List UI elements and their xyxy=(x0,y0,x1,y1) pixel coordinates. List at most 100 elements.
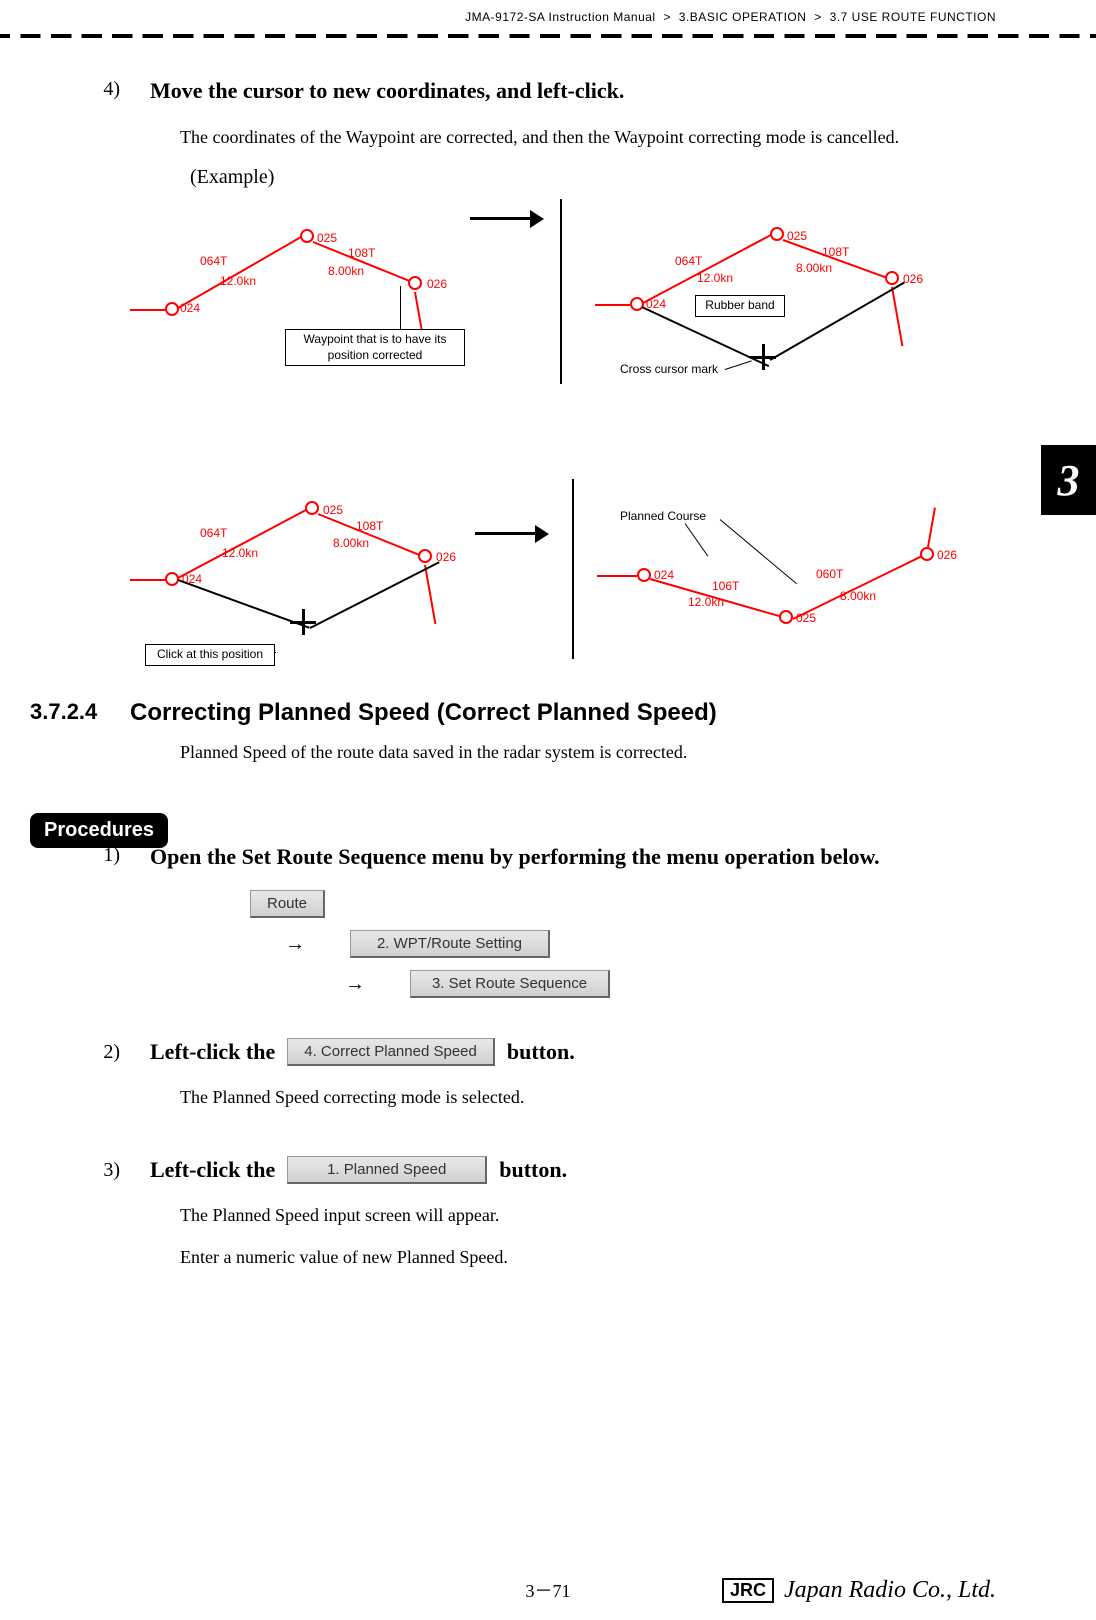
heading-label: 064T xyxy=(200,526,227,540)
route-segment xyxy=(424,565,436,624)
step-body: Enter a numeric value of new Planned Spe… xyxy=(180,1244,996,1271)
waypoint-026 xyxy=(885,271,899,285)
annotation-line xyxy=(685,523,709,556)
example-diagram-row1: 024 064T 12.0kn 025 108T 8.00kn 026 Wayp… xyxy=(130,199,996,469)
speed-label: 8.00kn xyxy=(796,261,832,275)
route-segment xyxy=(927,507,936,547)
waypoint-026 xyxy=(408,276,422,290)
annotation-line xyxy=(400,286,401,329)
route-segment xyxy=(643,234,772,304)
step-text-pre: Left-click the xyxy=(150,1039,275,1065)
heading-label: 064T xyxy=(200,254,227,268)
section-number: 3.7.2.4 xyxy=(30,699,130,727)
breadcrumb-sep: > xyxy=(663,10,671,24)
waypoint-026 xyxy=(418,549,432,563)
chapter-title: 3.BASIC OPERATION xyxy=(679,10,807,24)
jrc-logo: JRC xyxy=(722,1578,774,1603)
section-heading: Correcting Planned Speed (Correct Planne… xyxy=(130,699,996,727)
section-3724-header: 3.7.2.4 Correcting Planned Speed (Correc… xyxy=(30,699,996,727)
speed-label: 12.0kn xyxy=(697,271,733,285)
annotation-waypoint: Waypoint that is to have its position co… xyxy=(285,329,465,366)
step-title: Move the cursor to new coordinates, and … xyxy=(150,78,996,104)
waypoint-025 xyxy=(779,610,793,624)
step-number: 1) xyxy=(30,844,150,870)
flow-arrow-icon xyxy=(470,217,530,220)
step-text-post: button. xyxy=(499,1157,567,1183)
waypoint-026 xyxy=(920,547,934,561)
divider xyxy=(0,34,1096,38)
annotation-click-position: Click at this position xyxy=(145,644,275,666)
procedure-step-2: 2) Left-click the 4. Correct Planned Spe… xyxy=(30,1038,996,1066)
example-diagram-row2: 024 064T 12.0kn 025 108T 8.00kn 026 Clic… xyxy=(130,479,996,659)
procedure-step-3: 3) Left-click the 1. Planned Speed butto… xyxy=(30,1156,996,1184)
route-segment xyxy=(130,579,165,581)
arrow-icon: → xyxy=(280,933,310,956)
route-segment xyxy=(595,304,630,306)
cross-cursor-icon xyxy=(290,609,316,635)
waypoint-025 xyxy=(305,501,319,515)
company-name: Japan Radio Co., Ltd. xyxy=(784,1577,996,1604)
step-number: 4) xyxy=(30,78,150,104)
procedure-step-1: 1) Open the Set Route Sequence menu by p… xyxy=(30,844,996,870)
speed-label: 12.0kn xyxy=(222,546,258,560)
wp-label-026: 026 xyxy=(937,548,957,562)
menu-button-correct-planned-speed[interactable]: 4. Correct Planned Speed xyxy=(287,1038,495,1066)
manual-title: JMA-9172-SA Instruction Manual xyxy=(465,10,655,24)
annotation-planned-course: Planned Course xyxy=(620,509,706,523)
heading-label: 064T xyxy=(675,254,702,268)
flow-arrow-icon xyxy=(475,532,535,535)
waypoint-024 xyxy=(165,572,179,586)
wp-label-026: 026 xyxy=(903,272,923,286)
section-title: 3.7 USE ROUTE FUNCTION xyxy=(830,10,996,24)
speed-label: 12.0kn xyxy=(688,595,724,609)
procedure-step-4: 4) Move the cursor to new coordinates, a… xyxy=(30,78,996,104)
menu-button-route[interactable]: Route xyxy=(250,890,325,918)
wp-label-026: 026 xyxy=(427,277,447,291)
step-body: The Planned Speed input screen will appe… xyxy=(180,1202,996,1229)
breadcrumb-sep: > xyxy=(814,10,822,24)
wp-label-025: 025 xyxy=(323,503,343,517)
menu-button-set-route-sequence[interactable]: 3. Set Route Sequence xyxy=(410,970,610,998)
route-segment xyxy=(178,507,311,579)
route-segment xyxy=(793,555,924,620)
footer-logo: JRC Japan Radio Co., Ltd. xyxy=(722,1577,996,1604)
annotation-line xyxy=(720,519,797,584)
page-number: 3－71 xyxy=(526,1577,571,1603)
waypoint-025 xyxy=(300,229,314,243)
annotation-cross-cursor: Cross cursor mark xyxy=(620,362,718,376)
step-number: 2) xyxy=(30,1041,150,1064)
divider xyxy=(572,479,574,659)
step-title: Open the Set Route Sequence menu by perf… xyxy=(150,844,996,870)
annotation-line xyxy=(725,360,752,370)
heading-label: 106T xyxy=(712,579,739,593)
annotation-line xyxy=(275,652,276,653)
arrow-icon: → xyxy=(340,973,370,996)
annotation-rubber-band: Rubber band xyxy=(695,295,785,317)
section-body: Planned Speed of the route data saved in… xyxy=(180,742,996,763)
waypoint-024 xyxy=(630,297,644,311)
waypoint-024 xyxy=(165,302,179,316)
speed-label: 8.00kn xyxy=(333,536,369,550)
rubber-band-line xyxy=(310,561,440,628)
menu-navigation: Route → 2. WPT/Route Setting → 3. Set Ro… xyxy=(250,890,996,998)
step-body: The coordinates of the Waypoint are corr… xyxy=(180,124,996,151)
menu-button-wpt-route-setting[interactable]: 2. WPT/Route Setting xyxy=(350,930,550,958)
step-text-pre: Left-click the xyxy=(150,1157,275,1183)
route-segment xyxy=(597,575,637,577)
chapter-side-tab: 3 xyxy=(1041,445,1096,515)
route-segment xyxy=(891,287,903,346)
waypoint-025 xyxy=(770,227,784,241)
rubber-band-line xyxy=(770,282,905,361)
step-number: 3) xyxy=(30,1159,150,1182)
breadcrumb: JMA-9172-SA Instruction Manual > 3.BASIC… xyxy=(0,0,1096,29)
speed-label: 8.00kn xyxy=(328,264,364,278)
route-segment xyxy=(130,309,165,311)
step-body: The Planned Speed correcting mode is sel… xyxy=(180,1084,996,1111)
menu-button-planned-speed[interactable]: 1. Planned Speed xyxy=(287,1156,487,1184)
step-text-post: button. xyxy=(507,1039,575,1065)
route-segment xyxy=(178,235,305,309)
procedures-badge: Procedures xyxy=(30,813,168,848)
divider xyxy=(560,199,562,384)
heading-label: 060T xyxy=(816,567,843,581)
example-label: (Example) xyxy=(190,166,996,189)
